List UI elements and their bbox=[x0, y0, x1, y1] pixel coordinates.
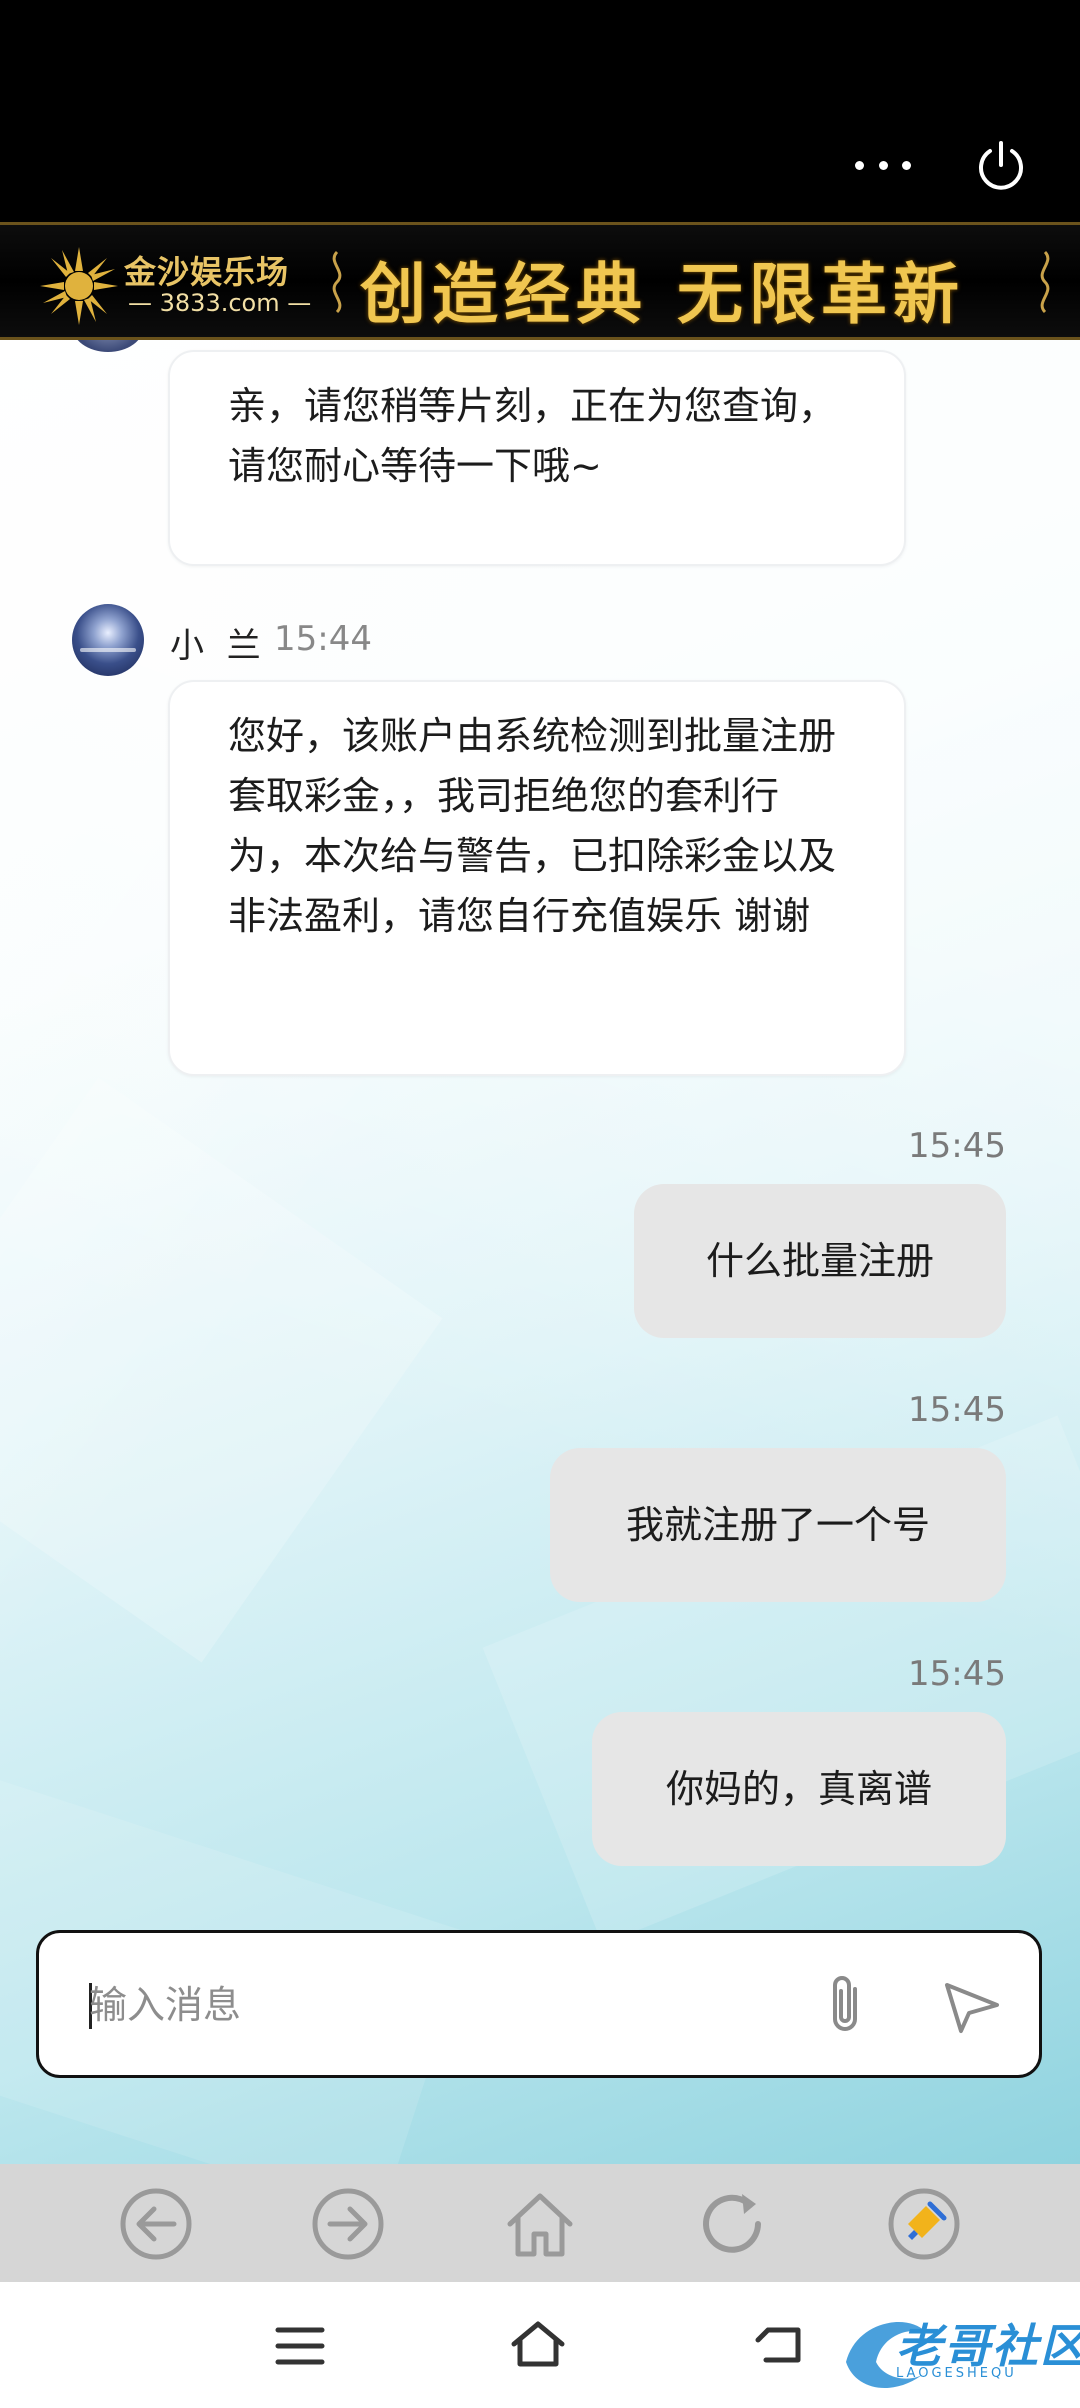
browser-toolbar bbox=[0, 2164, 1080, 2282]
agent-name: 小 兰 bbox=[170, 626, 267, 666]
paperclip-icon[interactable] bbox=[821, 1971, 873, 2037]
menu-icon[interactable] bbox=[270, 2316, 330, 2376]
background-facet bbox=[0, 1077, 443, 1663]
casino-banner[interactable]: 金沙娱乐场 — 3833.com — 创造经典 无限革新 bbox=[0, 222, 1080, 340]
avatar bbox=[72, 340, 144, 352]
logo-name: 金沙娱乐场 bbox=[124, 253, 290, 291]
back-icon[interactable] bbox=[752, 2316, 812, 2376]
banner-slogan: 创造经典 无限革新 bbox=[360, 255, 965, 333]
power-icon[interactable] bbox=[974, 139, 1028, 193]
chat-area[interactable]: 亲，请您稍等片刻，正在为您查询，请您耐心等待一下哦~ 小 兰 15:44 您好，… bbox=[0, 340, 1080, 2164]
ornament-right-icon bbox=[1040, 250, 1050, 314]
home-icon[interactable] bbox=[502, 2186, 578, 2262]
clean-icon[interactable] bbox=[886, 2186, 962, 2262]
message-time: 15:45 bbox=[908, 1390, 1006, 1430]
message-composer bbox=[36, 1930, 1042, 2078]
outgoing-message: 我就注册了一个号 bbox=[550, 1448, 1006, 1602]
watermark-subtext: LAOGESHEQU bbox=[896, 2366, 1017, 2381]
ornament-left-icon bbox=[332, 250, 342, 314]
more-icon[interactable] bbox=[855, 142, 911, 188]
message-input[interactable] bbox=[89, 1969, 789, 2041]
outgoing-message: 什么批量注册 bbox=[634, 1184, 1006, 1338]
message-time: 15:45 bbox=[908, 1126, 1006, 1166]
back-icon[interactable] bbox=[118, 2186, 194, 2262]
status-bar bbox=[0, 0, 1080, 108]
outgoing-message: 你妈的，真离谱 bbox=[592, 1712, 1006, 1866]
incoming-message: 亲，请您稍等片刻，正在为您查询，请您耐心等待一下哦~ bbox=[168, 350, 906, 566]
sun-logo-icon bbox=[40, 247, 118, 325]
message-time: 15:44 bbox=[274, 619, 372, 659]
logo-site: — 3833.com — bbox=[128, 289, 312, 317]
forward-icon[interactable] bbox=[310, 2186, 386, 2262]
refresh-icon[interactable] bbox=[694, 2186, 770, 2262]
message-time: 15:45 bbox=[908, 1654, 1006, 1694]
home-icon[interactable] bbox=[508, 2314, 568, 2374]
agent-avatar[interactable] bbox=[72, 604, 144, 676]
incoming-message: 您好，该账户由系统检测到批量注册套取彩金，，我司拒绝您的套利行为，本次给与警告，… bbox=[168, 680, 906, 1076]
send-icon[interactable] bbox=[939, 1971, 1003, 2035]
top-bar bbox=[0, 108, 1080, 222]
